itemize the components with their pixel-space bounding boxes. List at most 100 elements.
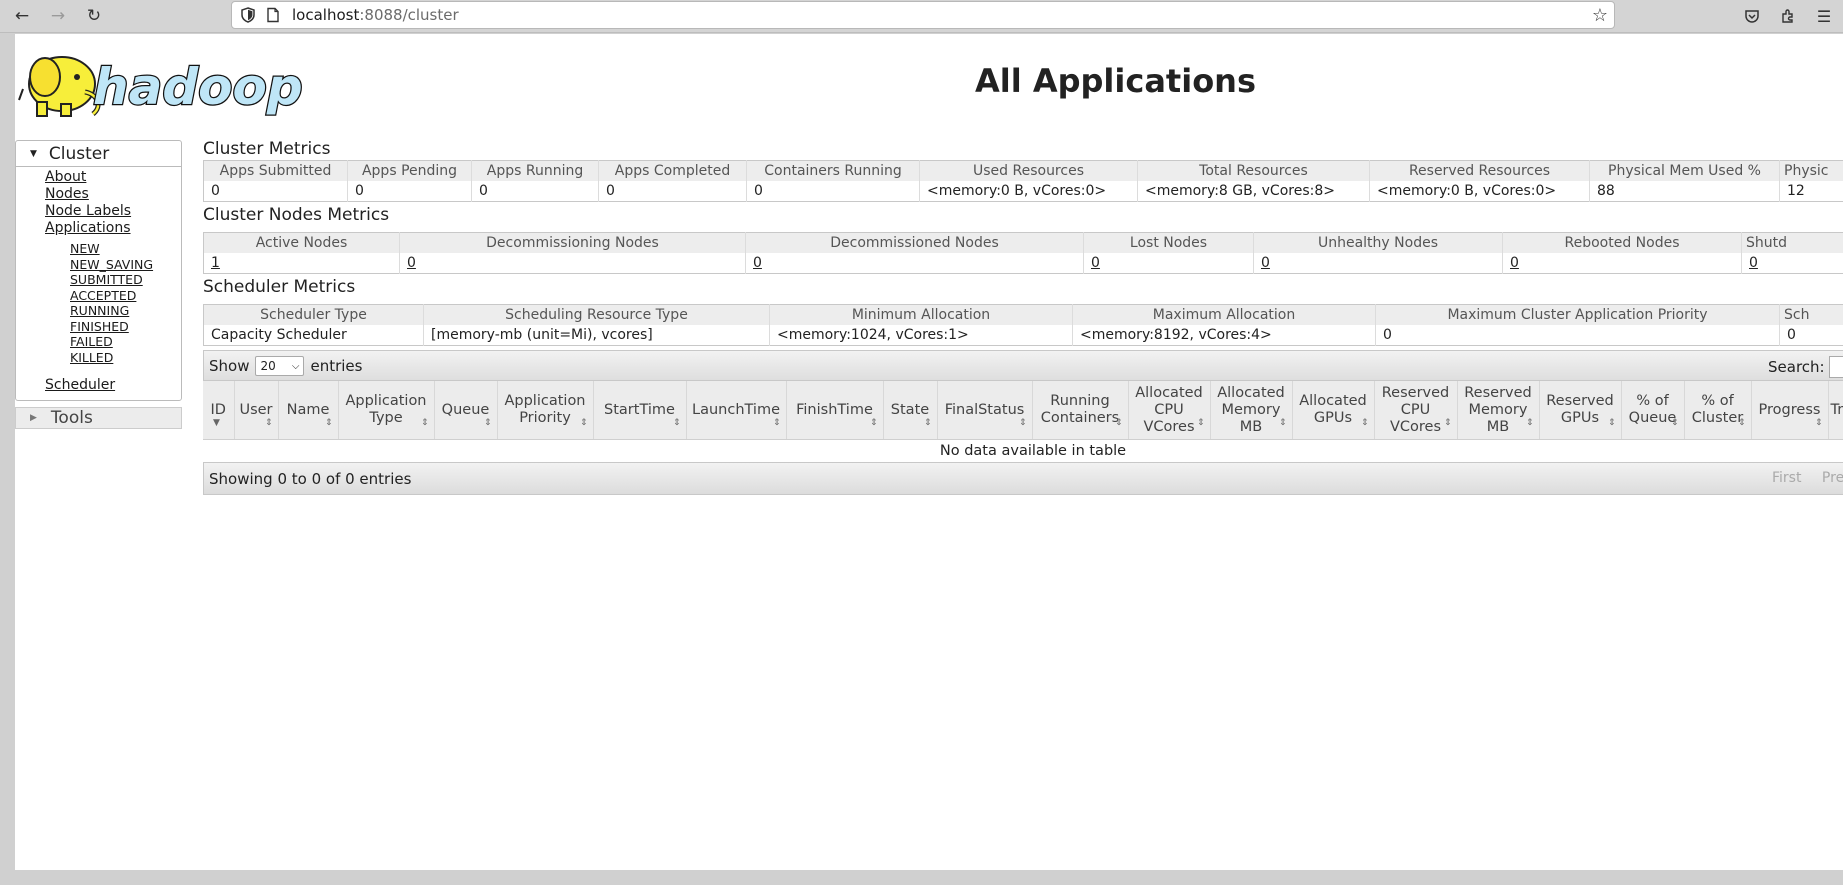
column-header-allocated-memory-mb[interactable]: Allocated Memory MB ⇕ (1210, 381, 1293, 440)
column-header: Apps Pending (347, 160, 472, 181)
sort-icon: ⇕ (1018, 418, 1027, 428)
nav-link-nodes[interactable]: Nodes (45, 186, 181, 203)
applications-table: ID ▼ User ⇕ Name ⇕ Application Type ⇕ Queue ⇕… (203, 381, 1843, 462)
url-text[interactable]: localhost:8088/cluster (292, 6, 459, 24)
bookmark-star-icon[interactable]: ☆ (1592, 5, 1608, 26)
sort-icon: ⇕ (1670, 418, 1679, 428)
nav-link-state-new-saving[interactable]: NEW_SAVING (70, 257, 181, 273)
table-cell: 0 (399, 253, 746, 274)
nav-link-state-killed[interactable]: KILLED (70, 350, 181, 366)
extensions-icon[interactable] (1777, 5, 1799, 27)
nav-link-state-submitted[interactable]: SUBMITTED (70, 272, 181, 288)
empty-table-message: No data available in table (939, 443, 1127, 459)
column-header-state[interactable]: State ⇕ (883, 381, 938, 440)
rebooted-nodes-link[interactable]: 0 (1510, 255, 1519, 271)
nav-link-applications[interactable]: Applications (45, 220, 181, 237)
main-content: Cluster Metrics Apps Submitted Apps Pend… (203, 138, 1843, 495)
nodes-metrics-table: Active Nodes Decommissioning Nodes Decom… (203, 232, 1843, 274)
scheduler-metrics-title: Scheduler Metrics (203, 277, 356, 297)
reload-button[interactable]: ↻ (82, 4, 106, 28)
sort-icon: ⇕ (672, 418, 681, 428)
table-cell: <memory:0 B, vCores:0> (919, 181, 1138, 202)
table-info: Showing 0 to 0 of 0 entries (209, 470, 412, 488)
decommissioned-nodes-link[interactable]: 0 (753, 255, 762, 271)
chevron-down-icon: ⌵ (291, 360, 300, 372)
shield-icon (241, 7, 255, 23)
shutdown-nodes-link[interactable]: 0 (1749, 255, 1758, 271)
cluster-metrics-title: Cluster Metrics (203, 139, 331, 159)
column-header-application-priority[interactable]: Application Priority ⇕ (497, 381, 594, 440)
table-row: No data available in table (203, 440, 1843, 463)
pager-previous-button[interactable]: Pre (1822, 470, 1843, 486)
column-header-starttime[interactable]: StartTime ⇕ (593, 381, 687, 440)
nav-link-node-labels[interactable]: Node Labels (45, 203, 181, 220)
decommissioning-nodes-link[interactable]: 0 (407, 255, 416, 271)
table-cell: <memory:8192, vCores:4> (1072, 325, 1376, 346)
table-cell: [memory-mb (unit=Mi), vcores] (423, 325, 770, 346)
column-header-tracking[interactable]: Tra (1828, 381, 1843, 440)
table-cell: 88 (1589, 181, 1780, 202)
column-header: Rebooted Nodes (1502, 232, 1742, 253)
pocket-icon[interactable] (1741, 5, 1763, 27)
column-header: Shutd (1741, 232, 1843, 253)
column-header-user[interactable]: User ⇕ (234, 381, 279, 440)
reload-icon: ↻ (86, 6, 102, 26)
lost-nodes-link[interactable]: 0 (1091, 255, 1100, 271)
search-input[interactable] (1828, 356, 1843, 378)
table-cell: Capacity Scheduler (203, 325, 424, 346)
hadoop-logo[interactable]: hadoop (17, 44, 317, 120)
column-header-reserved-memory-mb[interactable]: Reserved Memory MB ⇕ (1457, 381, 1540, 440)
column-header: Sch (1779, 304, 1843, 325)
table-cell: 0 (745, 253, 1084, 274)
back-arrow-icon: ← (14, 6, 30, 26)
pagination: First Pre (1772, 470, 1843, 486)
column-header: Total Resources (1137, 160, 1370, 181)
back-button[interactable]: ← (10, 4, 34, 28)
column-header-percent-of-cluster[interactable]: % of Cluster ⇕ (1684, 381, 1752, 440)
browser-toolbar: ← → ↻ localhost:8088/cluster ☆ ☰ (0, 0, 1843, 33)
column-header-percent-of-queue[interactable]: % of Queue ⇕ (1621, 381, 1685, 440)
nav-link-state-running[interactable]: RUNNING (70, 303, 181, 319)
sort-icon: ⇕ (923, 418, 932, 428)
nav-link-state-new[interactable]: NEW (70, 241, 181, 257)
column-header-running-containers[interactable]: Running Containers ⇕ (1032, 381, 1129, 440)
column-header-reserved-cpu-vcores[interactable]: Reserved CPU VCores ⇕ (1374, 381, 1458, 440)
column-header-name[interactable]: Name ⇕ (278, 381, 339, 440)
nav-link-state-failed[interactable]: FAILED (70, 334, 181, 350)
column-header-allocated-cpu-vcores[interactable]: Allocated CPU VCores ⇕ (1128, 381, 1211, 440)
sort-icon: ⇕ (324, 418, 333, 428)
tools-nav-header[interactable]: ▶ Tools (15, 407, 182, 429)
forward-button[interactable]: → (46, 4, 70, 28)
column-header: Physic (1779, 160, 1843, 181)
nav-link-state-finished[interactable]: FINISHED (70, 319, 181, 335)
sort-icon: ⇕ (1443, 418, 1452, 428)
column-header: Active Nodes (203, 232, 400, 253)
cluster-metrics-table: Apps Submitted Apps Pending Apps Running… (203, 160, 1843, 202)
column-header-progress[interactable]: Progress ⇕ (1751, 381, 1829, 440)
table-row: 1 0 0 0 0 0 0 (203, 253, 1843, 274)
column-header: Maximum Cluster Application Priority (1375, 304, 1780, 325)
nav-link-scheduler[interactable]: Scheduler (45, 377, 181, 394)
column-header-queue[interactable]: Queue ⇕ (434, 381, 498, 440)
column-header-reserved-gpus[interactable]: Reserved GPUs ⇕ (1539, 381, 1622, 440)
menu-icon[interactable]: ☰ (1813, 5, 1835, 27)
application-states-list: NEW NEW_SAVING SUBMITTED ACCEPTED RUNNIN… (45, 237, 181, 377)
nav-link-about[interactable]: About (45, 169, 181, 186)
column-header-allocated-gpus[interactable]: Allocated GPUs ⇕ (1292, 381, 1375, 440)
column-header-finalstatus[interactable]: FinalStatus ⇕ (937, 381, 1033, 440)
table-cell: 0 (598, 181, 747, 202)
nav-link-state-accepted[interactable]: ACCEPTED (70, 288, 181, 304)
unhealthy-nodes-link[interactable]: 0 (1261, 255, 1270, 271)
column-header-id[interactable]: ID ▼ (203, 381, 235, 440)
active-nodes-link[interactable]: 1 (211, 255, 220, 271)
column-header-finishtime[interactable]: FinishTime ⇕ (786, 381, 884, 440)
sort-icon: ⇕ (869, 418, 878, 428)
column-header: Minimum Allocation (769, 304, 1073, 325)
cluster-nav-header[interactable]: ▼ Cluster (16, 141, 181, 167)
page-size-select[interactable]: 20 ⌵ (255, 356, 305, 376)
url-bar[interactable]: localhost:8088/cluster ☆ (231, 1, 1615, 29)
table-row: 0 0 0 0 0 <memory:0 B, vCores:0> <memory… (203, 181, 1843, 202)
pager-first-button[interactable]: First (1772, 470, 1801, 486)
column-header-launchtime[interactable]: LaunchTime ⇕ (686, 381, 787, 440)
column-header-application-type[interactable]: Application Type ⇕ (338, 381, 435, 440)
